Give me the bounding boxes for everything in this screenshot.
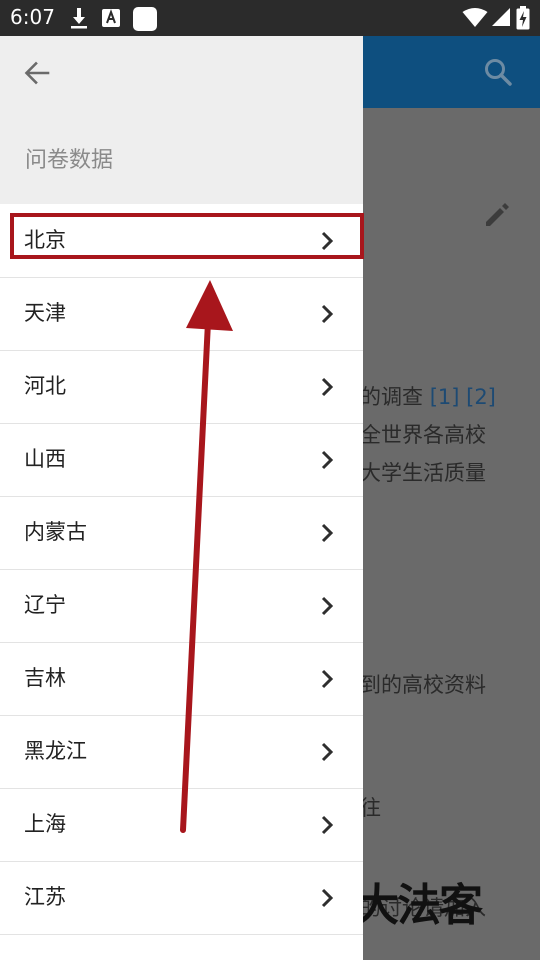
page-text-line: 的调查 [1] [2] bbox=[360, 385, 496, 409]
watermark: 大法客 bbox=[355, 880, 483, 931]
page-text-line: 到的高校资料 bbox=[360, 673, 486, 697]
list-item-jiangsu[interactable]: 江苏 bbox=[0, 862, 363, 935]
chevron-right-icon bbox=[321, 669, 334, 689]
drawer-header: 问卷数据 bbox=[0, 36, 363, 204]
list-item-label: 黑龙江 bbox=[24, 739, 87, 763]
navigation-drawer: 问卷数据 北京 天津 河北 山西 内蒙古 辽宁 吉林 黑龙江 上海 江苏 bbox=[0, 36, 363, 960]
text-app-icon bbox=[102, 9, 120, 27]
list-item-label: 河北 bbox=[24, 374, 66, 398]
list-item-liaoning[interactable]: 辽宁 bbox=[0, 570, 363, 643]
reference-link[interactable]: [1] bbox=[430, 385, 460, 409]
chevron-right-icon bbox=[321, 377, 334, 397]
list-item-jilin[interactable]: 吉林 bbox=[0, 643, 363, 716]
province-list: 北京 天津 河北 山西 内蒙古 辽宁 吉林 黑龙江 上海 江苏 bbox=[0, 204, 363, 935]
white-square-icon bbox=[133, 7, 157, 31]
chevron-right-icon bbox=[321, 450, 334, 470]
list-item-shanghai[interactable]: 上海 bbox=[0, 789, 363, 862]
list-item-label: 北京 bbox=[24, 228, 66, 252]
chevron-right-icon bbox=[321, 742, 334, 762]
list-item-inner-mongolia[interactable]: 内蒙古 bbox=[0, 497, 363, 570]
list-item-tianjin[interactable]: 天津 bbox=[0, 278, 363, 351]
page-text-line: 往 bbox=[360, 796, 381, 820]
page-text-line: 大学生活质量 bbox=[360, 461, 486, 485]
chevron-right-icon bbox=[321, 596, 334, 616]
search-icon[interactable] bbox=[483, 57, 513, 87]
reference-link[interactable]: [2] bbox=[466, 385, 496, 409]
list-item-label: 天津 bbox=[24, 301, 66, 325]
download-icon bbox=[71, 8, 87, 29]
status-bar: 6:07 bbox=[0, 0, 540, 36]
wifi-icon bbox=[462, 8, 488, 27]
chevron-right-icon bbox=[321, 888, 334, 908]
list-item-shanxi[interactable]: 山西 bbox=[0, 424, 363, 497]
list-item-label: 上海 bbox=[24, 812, 66, 836]
list-item-beijing[interactable]: 北京 bbox=[0, 205, 363, 278]
drawer-title: 问卷数据 bbox=[25, 148, 114, 173]
battery-charging-icon bbox=[516, 6, 530, 30]
chevron-right-icon bbox=[321, 304, 334, 324]
chevron-right-icon bbox=[321, 523, 334, 543]
list-item-label: 内蒙古 bbox=[24, 520, 87, 544]
arrow-back-icon[interactable] bbox=[24, 60, 50, 86]
chevron-right-icon bbox=[321, 231, 334, 251]
list-item-label: 吉林 bbox=[24, 666, 66, 690]
pencil-icon[interactable] bbox=[482, 198, 514, 230]
list-item-heilongjiang[interactable]: 黑龙江 bbox=[0, 716, 363, 789]
signal-icon bbox=[492, 8, 510, 26]
list-item-hebei[interactable]: 河北 bbox=[0, 351, 363, 424]
list-item-label: 辽宁 bbox=[24, 593, 66, 617]
status-time: 6:07 bbox=[10, 5, 55, 29]
chevron-right-icon bbox=[321, 815, 334, 835]
list-item-label: 山西 bbox=[24, 447, 66, 471]
page-text-line: 全世界各高校 bbox=[360, 423, 486, 447]
list-item-label: 江苏 bbox=[24, 885, 66, 909]
